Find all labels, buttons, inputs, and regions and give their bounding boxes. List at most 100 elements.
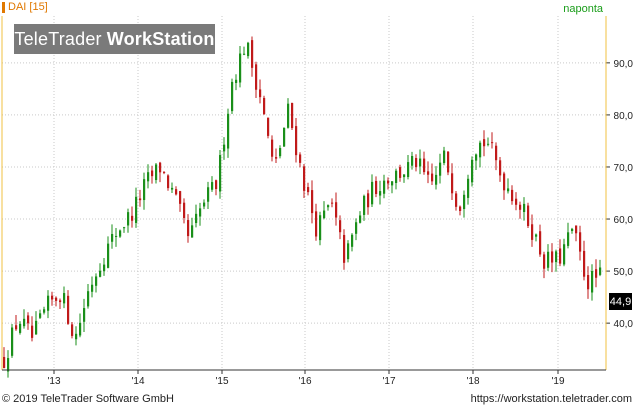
candle-body xyxy=(395,170,398,183)
candle-body xyxy=(467,178,470,198)
footer-url[interactable]: https://workstation.teletrader.com xyxy=(471,393,632,405)
candle-body xyxy=(127,212,130,226)
y-axis-tick-label: 70,0 xyxy=(614,163,634,174)
candle-body xyxy=(195,213,198,224)
x-axis-tick-label: '17 xyxy=(382,376,395,387)
candle-body xyxy=(123,227,126,229)
candle-body xyxy=(187,220,190,237)
candle-body xyxy=(79,322,82,336)
candle-body xyxy=(559,248,562,264)
candle-body xyxy=(63,293,66,304)
candle-body xyxy=(179,191,182,204)
candle-body xyxy=(183,202,186,219)
candle-body xyxy=(151,170,154,177)
candle-body xyxy=(359,215,362,223)
candle-body xyxy=(203,202,206,207)
candle-body xyxy=(339,220,342,233)
x-axis-tick-label: '15 xyxy=(215,376,228,387)
candle-body xyxy=(379,191,382,196)
teletrader-logo: TeleTrader WorkStation xyxy=(14,24,215,54)
candle-body xyxy=(207,187,210,202)
candle-body xyxy=(147,172,150,182)
candle-body xyxy=(367,193,370,208)
candle-body xyxy=(447,151,450,173)
marker-flag-icon xyxy=(2,1,5,13)
candle-body xyxy=(11,327,14,356)
candle-body xyxy=(3,356,6,368)
candle-body xyxy=(459,206,462,211)
candle-body xyxy=(419,158,422,167)
candle-body xyxy=(535,234,538,237)
x-axis-tick-label: '16 xyxy=(298,376,311,387)
x-axis-tick-label: '14 xyxy=(131,376,144,387)
candle-body xyxy=(351,234,354,247)
candle-body xyxy=(303,166,306,191)
candle-body xyxy=(103,264,106,272)
candle-body xyxy=(119,230,122,237)
plot-area[interactable]: '13 '14 '15 '16 '17 '18 '19 40,0 50,0 60,0 70,0 80,… xyxy=(0,0,635,392)
candle-body xyxy=(255,64,258,90)
candle-body xyxy=(331,202,334,204)
candle-body xyxy=(59,300,62,303)
candle-body xyxy=(95,276,98,286)
x-axis-tick-label: '19 xyxy=(551,376,564,387)
candle-body xyxy=(327,205,330,208)
candle-body xyxy=(587,275,590,290)
candle-body xyxy=(343,234,346,263)
candle-body xyxy=(83,308,86,322)
candle-body xyxy=(479,142,482,158)
candle-body xyxy=(347,243,350,260)
candle-body xyxy=(27,315,30,324)
candle-body xyxy=(43,309,46,313)
candle-body xyxy=(111,234,114,242)
candle-body xyxy=(275,157,278,159)
candle-body xyxy=(291,102,294,129)
candle-body xyxy=(507,188,510,192)
symbol-label: DAI [15] xyxy=(8,1,48,13)
candle-body xyxy=(583,250,586,277)
candle-body xyxy=(131,215,134,221)
candle-body xyxy=(483,139,486,147)
candle-body xyxy=(571,228,574,231)
candle-body xyxy=(519,204,522,210)
candlesticks xyxy=(3,36,602,378)
candle-body xyxy=(47,295,50,311)
candle-body xyxy=(311,190,314,214)
candle-body xyxy=(355,222,358,234)
candle-body xyxy=(555,251,558,263)
candle-body xyxy=(163,171,166,173)
candle-body xyxy=(143,179,146,201)
candle-body xyxy=(499,160,502,176)
candle-body xyxy=(227,113,230,149)
price-chart[interactable]: '13 '14 '15 '16 '17 '18 '19 40,0 50,0 60,0 70,0 80,… xyxy=(0,0,635,392)
candle-body xyxy=(55,297,58,301)
candle-body xyxy=(159,162,162,173)
candle-body xyxy=(371,181,374,205)
candle-body xyxy=(443,150,446,164)
candle-body xyxy=(115,235,118,237)
candle-body xyxy=(243,53,246,55)
candle-body xyxy=(191,225,194,238)
candle-body xyxy=(523,203,526,213)
candle-body xyxy=(247,42,250,57)
logo-text-2: WorkStation xyxy=(106,28,215,49)
candle-body xyxy=(231,81,234,112)
candle-body xyxy=(427,171,430,175)
candle-body xyxy=(567,232,570,246)
candle-body xyxy=(235,79,238,84)
candle-body xyxy=(287,103,290,128)
candle-body xyxy=(547,251,550,268)
candle-body xyxy=(7,358,10,372)
candle-body xyxy=(67,295,70,324)
candle-body xyxy=(399,167,402,178)
candle-body xyxy=(299,154,302,163)
candle-body xyxy=(579,232,582,252)
candle-body xyxy=(495,145,498,161)
candle-body xyxy=(263,97,266,115)
candle-body xyxy=(323,210,326,219)
candle-body xyxy=(219,155,222,192)
data-source-label: naponta xyxy=(563,3,603,15)
candle-body xyxy=(383,180,386,194)
candle-body xyxy=(563,244,566,265)
candle-body xyxy=(135,196,138,223)
